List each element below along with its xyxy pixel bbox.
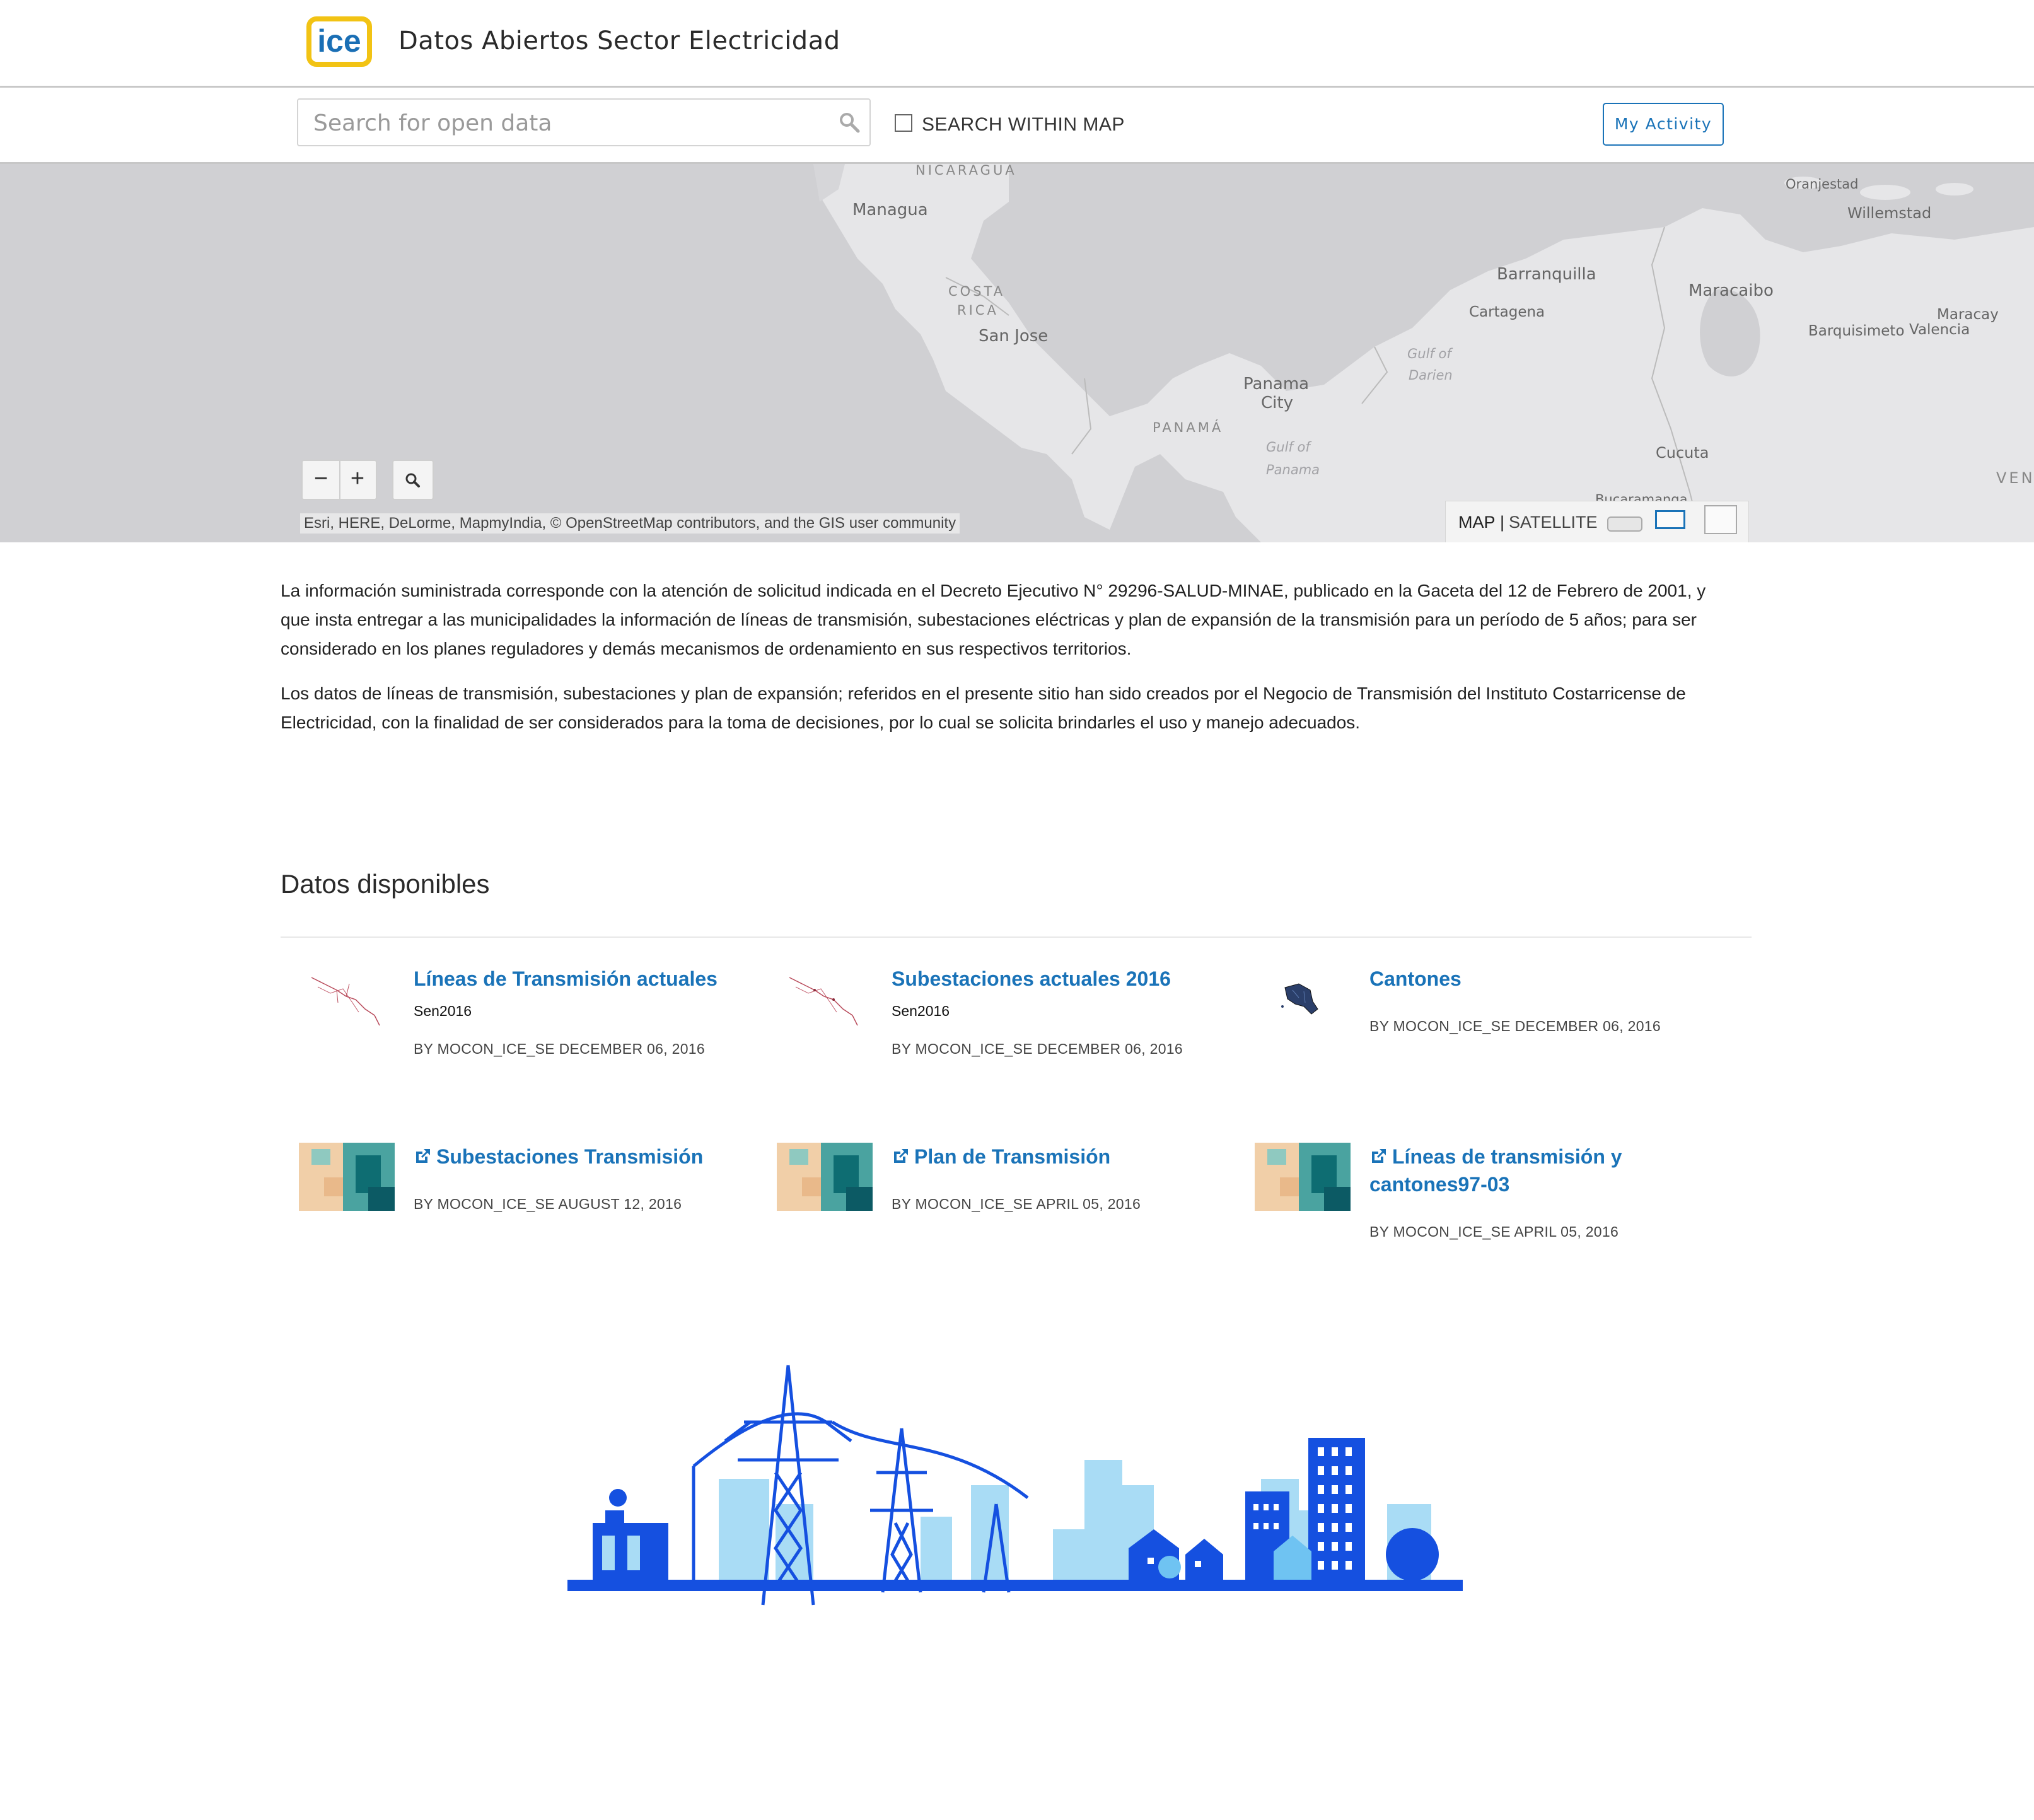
- search-input[interactable]: [312, 106, 819, 140]
- dataset-meta: BY MOCON_ICE_SE DECEMBER 06, 2016: [1369, 1018, 1661, 1034]
- dataset-thumbnail[interactable]: [299, 965, 395, 1033]
- map-label-gulf-darien-2: Darien: [1409, 368, 1453, 383]
- site-header: ice Datos Abiertos Sector Electricidad: [0, 0, 2034, 88]
- search-within-map-label[interactable]: SEARCH WITHIN MAP: [922, 114, 1125, 136]
- dataset-meta: BY MOCON_ICE_SE APRIL 05, 2016: [892, 1196, 1141, 1212]
- map-label-gulf-panama-1: Gulf of: [1266, 440, 1310, 455]
- dataset-thumbnail[interactable]: [299, 1143, 395, 1211]
- map-label-willemstad: Willemstad: [1847, 204, 1932, 222]
- basemap-toggle: MAP | SATELLITE: [1445, 501, 1749, 542]
- ice-logo[interactable]: ice: [305, 15, 373, 68]
- map-label-panama-country: PANAMÁ: [1153, 420, 1224, 435]
- dataset-thumbnail[interactable]: [777, 965, 873, 1033]
- basemap-thumb-other[interactable]: [1704, 505, 1737, 534]
- dataset-thumbnail[interactable]: [1255, 965, 1351, 1033]
- map-label-managua: Managua: [852, 201, 928, 219]
- search-within-map-checkbox[interactable]: [895, 114, 912, 132]
- map-label-costa: COSTA: [948, 284, 1006, 299]
- dataset-card: Líneas de transmisión y cantones97-03 BY…: [1255, 1143, 1721, 1281]
- svg-text:ice: ice: [317, 23, 361, 59]
- site-title[interactable]: Datos Abiertos Sector Electricidad: [398, 26, 840, 55]
- map-label-maracay: Maracay: [1937, 306, 1999, 323]
- dataset-thumbnail[interactable]: [777, 1143, 873, 1211]
- dataset-title[interactable]: Subestaciones actuales 2016: [892, 965, 1207, 993]
- map-label-san-jose: San Jose: [979, 327, 1049, 346]
- dataset-card: Plan de Transmisión BY MOCON_ICE_SE APRI…: [777, 1143, 1243, 1281]
- dataset-title[interactable]: Subestaciones Transmisión: [414, 1143, 729, 1170]
- external-link-icon: [894, 1149, 908, 1163]
- basemap-map-option[interactable]: MAP: [1458, 513, 1496, 532]
- dataset-meta: BY MOCON_ICE_SE DECEMBER 06, 2016: [414, 1041, 705, 1057]
- external-link-icon: [416, 1149, 430, 1163]
- basemap-separator: |: [1500, 513, 1505, 532]
- power-grid-illustration: [567, 1365, 1463, 1606]
- intro-paragraph-2: Los datos de líneas de transmisión, sube…: [281, 684, 1686, 732]
- map-label-ven: VEN: [1996, 469, 2034, 487]
- dataset-meta: BY MOCON_ICE_SE APRIL 05, 2016: [1369, 1223, 1619, 1240]
- zoom-out-button[interactable]: −: [303, 461, 340, 499]
- dataset-title[interactable]: Líneas de Transmisión actuales: [414, 965, 729, 993]
- intro-paragraph-1: La información suministrada corresponde …: [281, 581, 1706, 658]
- basemap-thumb-selected[interactable]: [1655, 510, 1685, 529]
- dataset-title[interactable]: Líneas de transmisión y cantones97-03: [1369, 1143, 1685, 1198]
- dataset-subtitle: Sen2016: [414, 1003, 472, 1019]
- dataset-subtitle: Sen2016: [892, 1003, 950, 1019]
- map-label-oranjestad: Oranjestad: [1786, 177, 1859, 192]
- zoom-controls: − +: [301, 460, 377, 500]
- map-label-gulf-panama-2: Panama: [1266, 462, 1320, 477]
- dataset-card: Líneas de Transmisión actuales Sen2016 B…: [299, 965, 765, 1104]
- dataset-title-text[interactable]: Plan de Transmisión: [914, 1145, 1110, 1168]
- map-label-city: City: [1261, 394, 1293, 412]
- external-link-icon: [1372, 1149, 1386, 1163]
- map-label-maracaibo: Maracaibo: [1688, 281, 1774, 300]
- dataset-card: Cantones BY MOCON_ICE_SE DECEMBER 06, 20…: [1255, 965, 1721, 1104]
- map-label-cartagena: Cartagena: [1469, 304, 1545, 320]
- map-label-barquisimeto: Barquisimeto: [1808, 323, 1905, 339]
- map-label-gulf-darien-1: Gulf of: [1407, 346, 1451, 361]
- dataset-meta: BY MOCON_ICE_SE AUGUST 12, 2016: [414, 1196, 682, 1212]
- map-label-cucuta: Cucuta: [1656, 444, 1709, 462]
- map-attribution: Esri, HERE, DeLorme, MapmyIndia, © OpenS…: [300, 513, 960, 534]
- dataset-card: Subestaciones actuales 2016 Sen2016 BY M…: [777, 965, 1243, 1104]
- my-activity-button[interactable]: My Activity: [1603, 103, 1724, 146]
- basemap-satellite-option[interactable]: SATELLITE: [1509, 513, 1598, 532]
- dataset-title[interactable]: Plan de Transmisión: [892, 1143, 1207, 1170]
- search-box: [297, 98, 871, 146]
- zoom-in-button[interactable]: +: [339, 461, 376, 499]
- search-icon[interactable]: [838, 111, 861, 134]
- map-label-panama: Panama: [1243, 375, 1310, 394]
- dataset-card: Subestaciones Transmisión BY MOCON_ICE_S…: [299, 1143, 765, 1281]
- basemap-thumb-gray[interactable]: [1607, 516, 1642, 532]
- dataset-meta: BY MOCON_ICE_SE DECEMBER 06, 2016: [892, 1041, 1183, 1057]
- dataset-title-text[interactable]: Líneas de transmisión y cantones97-03: [1369, 1145, 1622, 1196]
- map-search-button[interactable]: [392, 460, 434, 500]
- dataset-title[interactable]: Cantones: [1369, 965, 1685, 993]
- map-label-nicaragua: NICARAGUA: [915, 164, 1017, 178]
- dataset-title-text[interactable]: Subestaciones Transmisión: [436, 1145, 703, 1168]
- map-label-barranquilla: Barranquilla: [1497, 265, 1596, 284]
- map-label-valencia: Valencia: [1909, 322, 1970, 338]
- search-icon: [405, 473, 420, 487]
- section-title: Datos disponibles: [281, 869, 490, 899]
- map-label-rica: RICA: [957, 303, 999, 318]
- dataset-thumbnail[interactable]: [1255, 1143, 1351, 1211]
- map-view[interactable]: NICARAGUA Managua COSTA RICA San Jose PA…: [0, 164, 2034, 542]
- search-toolbar: SEARCH WITHIN MAP My Activity: [0, 88, 2034, 164]
- divider: [281, 936, 1752, 938]
